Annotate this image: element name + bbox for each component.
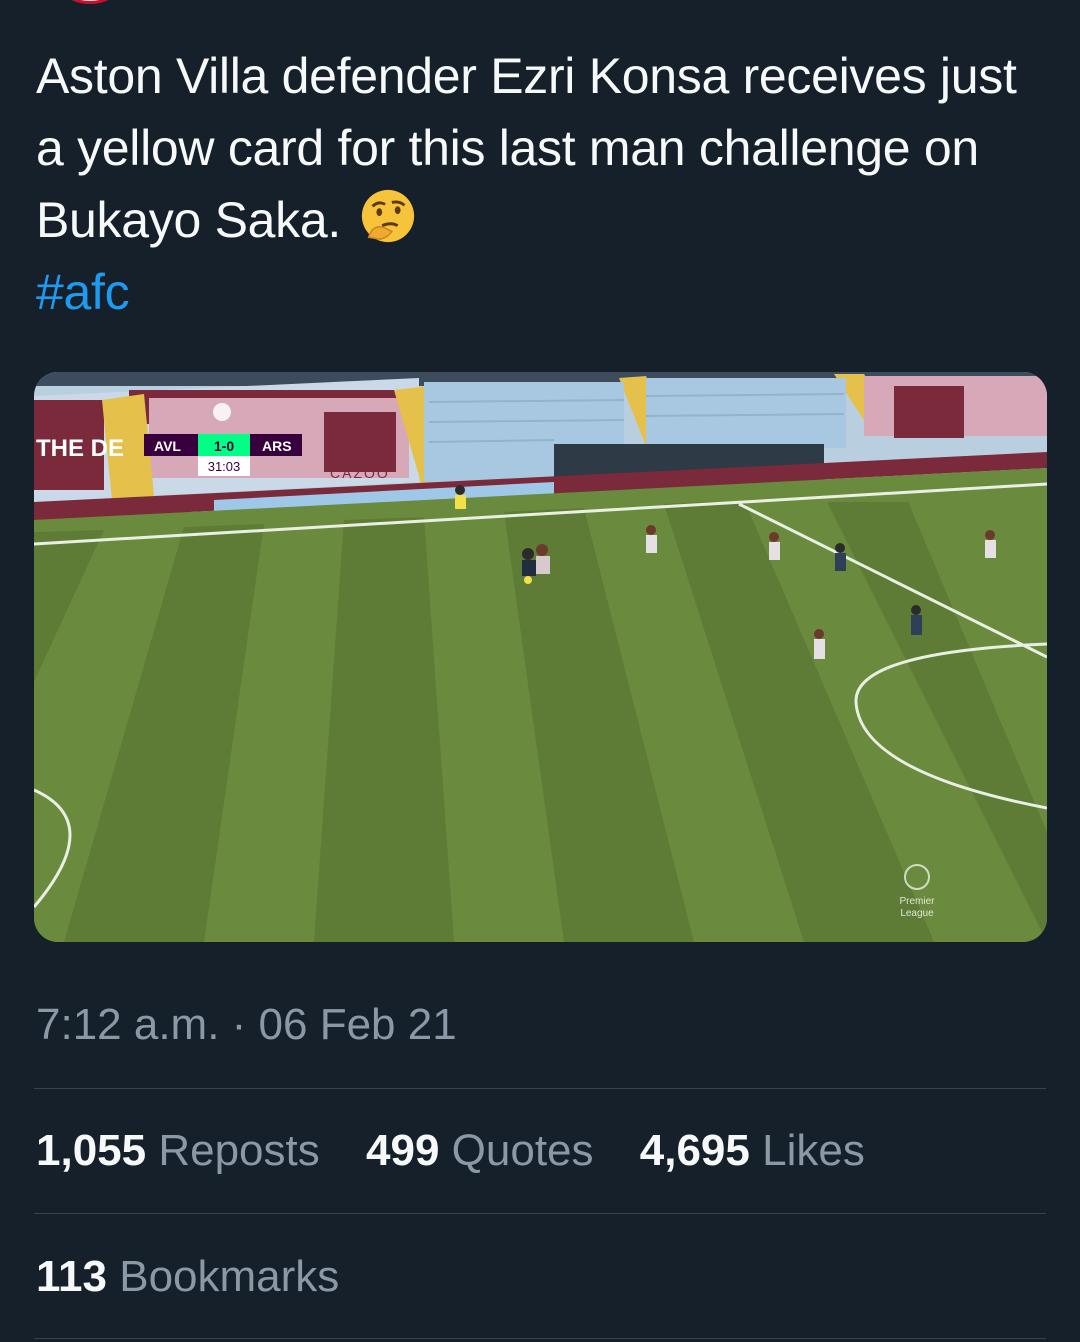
hashtag-link[interactable]: #afc — [36, 256, 1036, 328]
quotes-count: 499 — [366, 1126, 440, 1175]
sponsor-board: CAZOO — [330, 465, 390, 481]
tweet-body: Aston Villa defender Ezri Konsa receives… — [36, 48, 1017, 248]
tweet-text: Aston Villa defender Ezri Konsa receives… — [36, 40, 1036, 328]
author-avatar[interactable] — [58, 0, 122, 4]
bookmarks-label: Bookmarks — [119, 1252, 340, 1301]
divider — [34, 1338, 1046, 1339]
quotes-label: Quotes — [451, 1126, 594, 1175]
bookmarks-stat[interactable]: 113 Bookmarks — [36, 1252, 339, 1302]
quotes-stat[interactable]: 499 Quotes — [366, 1126, 594, 1176]
divider — [34, 1088, 1046, 1089]
thinking-face-icon — [361, 189, 414, 243]
watermark-line-1: Premier — [899, 896, 935, 907]
reposts-count: 1,055 — [36, 1126, 147, 1175]
football-match-still: AVL 1-0 ARS 31:03 CAZOO THE DE Premier L… — [34, 372, 1047, 942]
scoreboard-score: 1-0 — [214, 438, 234, 454]
likes-label: Likes — [762, 1126, 865, 1175]
divider — [34, 1213, 1046, 1214]
tweet-media-image[interactable]: AVL 1-0 ARS 31:03 CAZOO THE DE Premier L… — [34, 372, 1047, 942]
stand-lettering: THE DE — [36, 435, 124, 462]
scoreboard-home: AVL — [154, 438, 181, 454]
likes-count: 4,695 — [639, 1126, 750, 1175]
engagement-stats: 1,055 Reposts 499 Quotes 4,695 Likes — [36, 1126, 899, 1176]
premier-league-lion-icon — [213, 403, 231, 421]
reposts-label: Reposts — [158, 1126, 320, 1175]
likes-stat[interactable]: 4,695 Likes — [640, 1126, 865, 1176]
scoreboard-away: ARS — [262, 438, 292, 454]
tweet-timestamp[interactable]: 7:12 a.m. · 06 Feb 21 — [36, 1000, 457, 1050]
reposts-stat[interactable]: 1,055 Reposts — [36, 1126, 320, 1176]
bookmarks-count: 113 — [36, 1252, 107, 1301]
watermark-line-2: League — [900, 908, 934, 919]
scoreboard-clock: 31:03 — [208, 459, 241, 474]
